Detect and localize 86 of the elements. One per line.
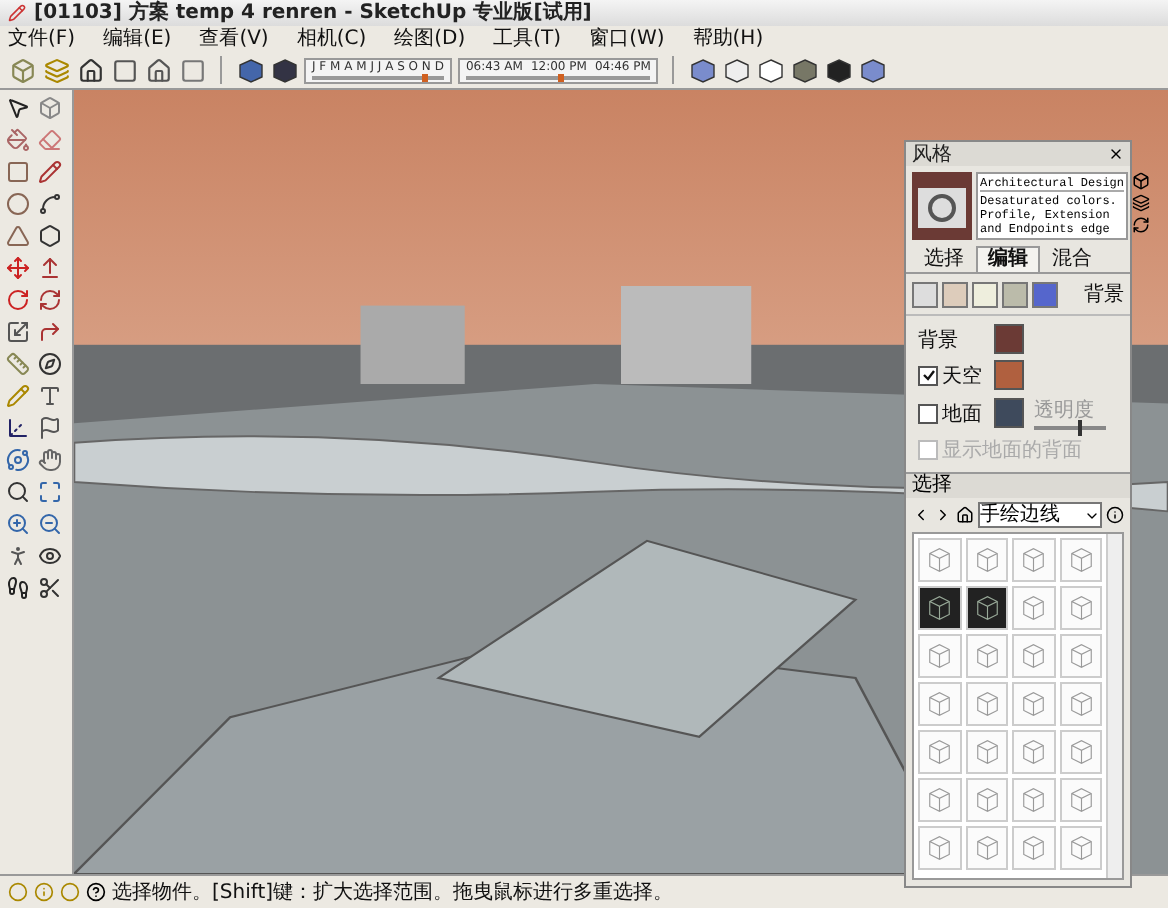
axes-icon[interactable] (4, 414, 32, 442)
section-label: 背景 (1084, 281, 1124, 308)
tab[interactable]: 选择 (912, 246, 976, 272)
style-thumbnail[interactable] (965, 730, 1008, 774)
orbit-icon[interactable] (4, 446, 32, 474)
style-thumbnail[interactable] (965, 634, 1008, 678)
menu-item[interactable]: 相机(C) (296, 27, 367, 51)
menu-item[interactable]: 绘图(D) (394, 27, 466, 51)
style-thumbnail[interactable] (1059, 826, 1102, 870)
home-icon[interactable] (956, 506, 974, 524)
move-icon[interactable] (4, 254, 32, 282)
style-thumbnail[interactable] (1059, 682, 1102, 726)
window-title: [01103] 方案 temp 4 renren - SketchUp 专业版[试用] (34, 1, 592, 25)
menu-item[interactable]: 帮助(H) (692, 27, 764, 51)
pencil-icon[interactable] (36, 158, 64, 186)
rotate-icon[interactable] (4, 286, 32, 314)
style-thumbnail[interactable] (918, 778, 961, 822)
select-icon[interactable] (4, 94, 32, 122)
arc-icon[interactable] (36, 190, 64, 218)
setting-label: 背景 (918, 327, 960, 353)
tab[interactable]: 混合 (1040, 246, 1104, 272)
scale-icon[interactable] (4, 318, 32, 346)
rectangle-icon[interactable] (4, 158, 32, 186)
collection-dropdown[interactable]: 手绘边线 (978, 502, 1102, 528)
menu-item[interactable]: 窗口(W) (589, 27, 665, 51)
pan-icon[interactable] (36, 446, 64, 474)
style-thumbnail[interactable] (1012, 634, 1055, 678)
style-thumbnail[interactable] (1012, 586, 1055, 630)
checkbox[interactable]: 天空 (918, 361, 982, 389)
style-thumbnail[interactable] (965, 538, 1008, 582)
style-thumbnail[interactable] (965, 778, 1008, 822)
color-swatch[interactable] (994, 360, 1024, 390)
circle-icon[interactable] (4, 190, 32, 218)
push-pull-icon[interactable] (36, 254, 64, 282)
app-icon (8, 4, 26, 22)
menu-item[interactable]: 查看(V) (199, 27, 269, 51)
panel-title: 风格 (912, 143, 952, 165)
close-icon[interactable] (1108, 146, 1124, 162)
help-icon[interactable] (86, 882, 106, 902)
look-around-icon[interactable] (36, 542, 64, 570)
style-thumbnail[interactable] (1059, 730, 1102, 774)
forward-icon[interactable] (934, 506, 952, 524)
checkmark-icon (921, 368, 935, 382)
follow-me-icon[interactable] (36, 286, 64, 314)
front-view-icon[interactable] (76, 56, 104, 84)
style-thumbnail[interactable] (918, 682, 961, 726)
section-header: 选择 (906, 474, 1130, 498)
back-icon[interactable] (912, 506, 930, 524)
style-thumbnail[interactable] (918, 586, 961, 630)
style-thumbnail[interactable] (918, 826, 961, 870)
status-message: 选择物件。[Shift]键：扩大选择范围。拖曳鼠标进行多重选择。 (112, 879, 674, 906)
zoom-window-icon[interactable] (36, 478, 64, 506)
style-thumbnail[interactable] (1059, 586, 1102, 630)
style-thumbnail[interactable] (1012, 730, 1055, 774)
menu-item[interactable]: 编辑(E) (103, 27, 172, 51)
menu-item[interactable]: 文件(F) (8, 27, 76, 51)
style-thumbnail[interactable] (918, 730, 961, 774)
color-swatch[interactable] (994, 324, 1024, 354)
style-thumbnail[interactable] (965, 586, 1008, 630)
style-thumbnail-drawing (912, 172, 972, 240)
style-thumbnail[interactable] (1012, 778, 1055, 822)
offset-icon[interactable] (36, 318, 64, 346)
update-icon[interactable] (1132, 216, 1151, 234)
checkbox[interactable]: 地面 (918, 399, 982, 427)
menu-item[interactable]: 工具(T) (493, 27, 562, 51)
tab[interactable]: 编辑 (976, 246, 1040, 272)
style-thumbnail[interactable] (1012, 538, 1055, 582)
style-thumbnail[interactable] (1059, 778, 1102, 822)
style-thumbnail[interactable] (1059, 634, 1102, 678)
details-icon[interactable] (1106, 506, 1124, 524)
polygon-icon[interactable] (4, 222, 32, 250)
paint-bucket-icon[interactable] (4, 126, 32, 154)
style-thumbnail[interactable] (1059, 538, 1102, 582)
text-icon[interactable] (36, 382, 64, 410)
style-thumbnail[interactable] (918, 538, 961, 582)
iso-view-icon[interactable] (8, 56, 36, 84)
style-thumbnail[interactable] (1012, 826, 1055, 870)
walk-icon[interactable] (4, 574, 32, 602)
credits-icon[interactable] (34, 882, 54, 902)
color-swatch[interactable] (994, 398, 1024, 428)
zoom-icon[interactable] (4, 478, 32, 506)
slider-label: 透明度 (1034, 397, 1096, 424)
style-thumbnail[interactable] (965, 682, 1008, 726)
style-thumbnail[interactable] (918, 634, 961, 678)
style-thumbnail[interactable] (965, 826, 1008, 870)
style-thumbnail[interactable] (1012, 682, 1055, 726)
